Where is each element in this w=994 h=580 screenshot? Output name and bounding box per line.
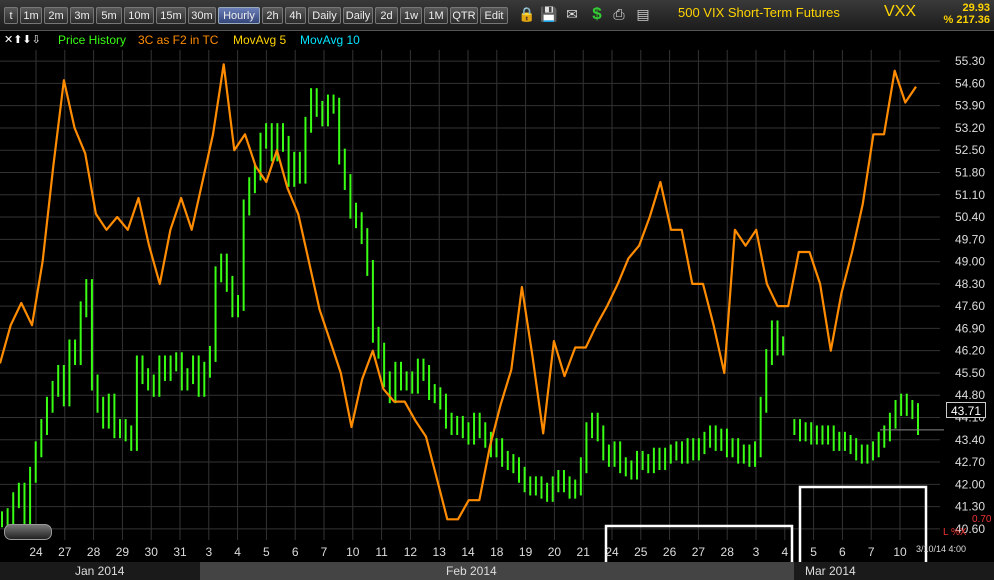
- y-tick-14: 45.50: [955, 366, 985, 380]
- x-tick-15: 14: [461, 545, 475, 559]
- y-tick-19: 42.00: [955, 477, 985, 491]
- x-tick-29: 7: [868, 545, 875, 559]
- x-axis: 24 27 28 29 30 31 3 4 5 6 7 10 11 12 13 14 18 19 20 21 24 25 2…: [29, 545, 907, 559]
- x-tick-5: 31: [173, 545, 187, 559]
- y-tick-2: 53.90: [955, 99, 985, 113]
- x-tick-4: 30: [145, 545, 159, 559]
- y-tick-12: 46.90: [955, 321, 985, 335]
- x-tick-9: 6: [292, 545, 299, 559]
- x-tick-19: 21: [577, 545, 591, 559]
- month-label-feb: Feb 2014: [446, 564, 497, 578]
- grid: [0, 50, 940, 540]
- y-tick-4: 52.50: [955, 143, 985, 157]
- y-axis: 55.30 54.60 53.90 53.20 52.50 51.80 51.10 50.40…: [955, 54, 985, 536]
- x-tick-16: 18: [490, 545, 504, 559]
- series-layer: [0, 63, 944, 528]
- x-tick-1: 27: [58, 545, 72, 559]
- x-tick-13: 12: [404, 545, 418, 559]
- x-tick-14: 13: [433, 545, 447, 559]
- y-tick-13: 46.20: [955, 344, 985, 358]
- x-tick-26: 4: [781, 545, 788, 559]
- y-tick-7: 50.40: [955, 210, 985, 224]
- last-price-marker: 43.71: [946, 402, 986, 418]
- month-band-feb: [200, 562, 794, 580]
- x-tick-17: 19: [519, 545, 533, 559]
- y-tick-11: 47.60: [955, 299, 985, 313]
- x-tick-20: 24: [605, 545, 619, 559]
- y-tick-0: 55.30: [955, 54, 985, 68]
- x-tick-24: 28: [721, 545, 735, 559]
- y-tick-17: 43.40: [955, 433, 985, 447]
- x-tick-0: 24: [29, 545, 43, 559]
- x-tick-28: 6: [839, 545, 846, 559]
- x-tick-18: 20: [548, 545, 562, 559]
- indicator-label: L %X: [943, 527, 967, 538]
- x-tick-27: 5: [810, 545, 817, 559]
- x-tick-3: 29: [116, 545, 130, 559]
- x-tick-22: 26: [663, 545, 677, 559]
- price-chart[interactable]: 55.30 54.60 53.90 53.20 52.50 51.80 51.10 50.40…: [0, 0, 994, 562]
- x-tick-2: 28: [87, 545, 101, 559]
- x-tick-6: 3: [205, 545, 212, 559]
- x-tick-11: 10: [346, 545, 360, 559]
- y-tick-15: 44.80: [955, 388, 985, 402]
- scroll-handle[interactable]: [4, 524, 52, 540]
- annotation-box-2: [798, 485, 928, 562]
- y-tick-5: 51.80: [955, 166, 985, 180]
- y-tick-9: 49.00: [955, 255, 985, 269]
- x-tick-30: 10: [893, 545, 907, 559]
- date-stamp: 3/10/14 4:00: [916, 544, 967, 554]
- y-tick-1: 54.60: [955, 76, 985, 90]
- series-line-3c: [0, 63, 917, 521]
- y-tick-8: 49.70: [955, 232, 985, 246]
- y-tick-3: 53.20: [955, 121, 985, 135]
- month-label-jan: Jan 2014: [75, 564, 125, 578]
- x-tick-12: 11: [375, 545, 388, 559]
- y-tick-18: 42.70: [955, 455, 985, 469]
- annotation-boxes: [604, 485, 928, 562]
- y-tick-20: 41.30: [955, 500, 985, 514]
- x-tick-25: 3: [753, 545, 760, 559]
- y-tick-6: 51.10: [955, 188, 985, 202]
- x-tick-21: 25: [634, 545, 648, 559]
- x-tick-8: 5: [263, 545, 270, 559]
- x-tick-10: 7: [321, 545, 328, 559]
- month-label-mar: Mar 2014: [805, 564, 856, 578]
- x-tick-7: 4: [234, 545, 241, 559]
- y-tick-10: 48.30: [955, 277, 985, 291]
- indicator-value: 0.70: [972, 514, 992, 525]
- x-tick-23: 27: [692, 545, 706, 559]
